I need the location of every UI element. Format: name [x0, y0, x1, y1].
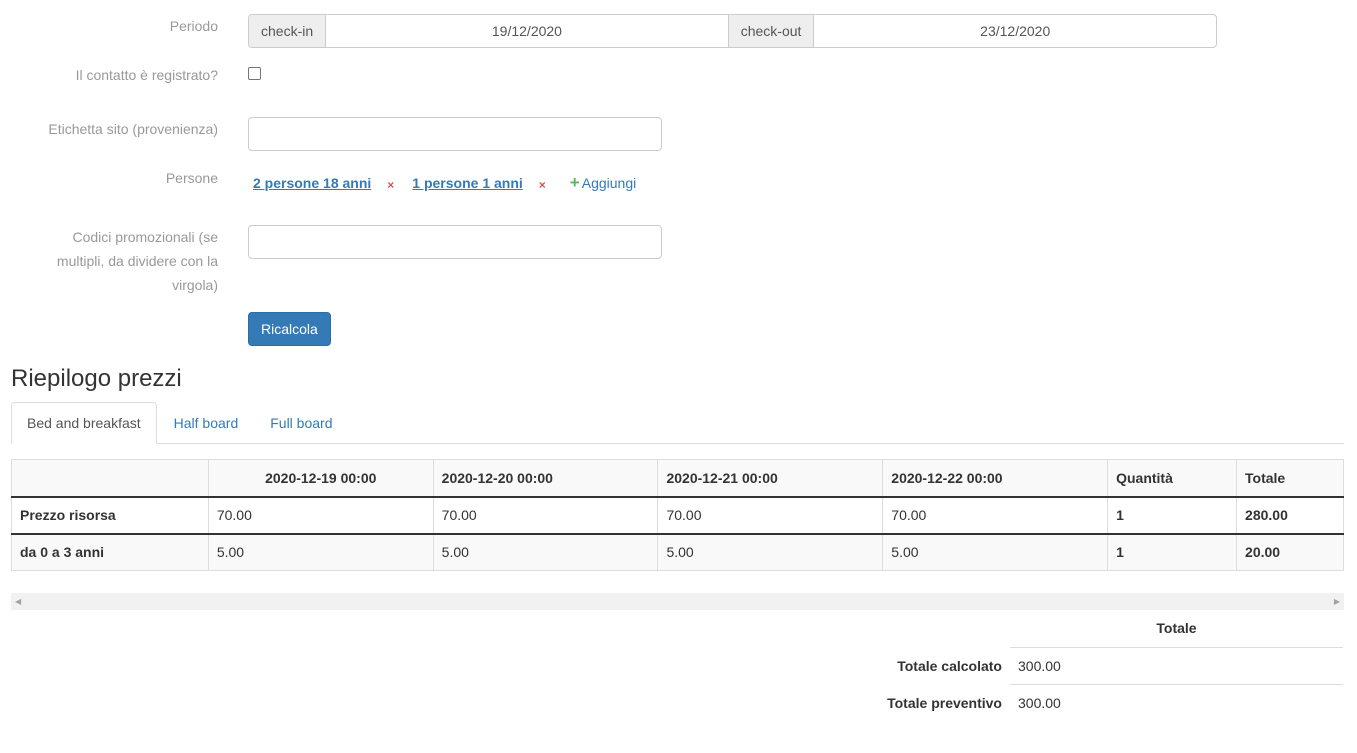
table-cell: 70.00: [882, 496, 1109, 535]
column-header: 2020-12-20 00:00: [432, 459, 659, 498]
calculated-total-label: Totale calcolato: [897, 657, 1002, 674]
site-label-input[interactable]: [248, 117, 662, 151]
totals-table: Totale Totale calcolato 300.00 Totale pr…: [868, 610, 1343, 721]
table-cell: 70.00: [207, 496, 434, 535]
site-label-label: Etichetta sito (provenienza): [48, 121, 218, 137]
checkin-field[interactable]: 19/12/2020: [326, 15, 728, 47]
totals-header: Totale: [1010, 610, 1343, 648]
table-cell: Prezzo risorsa: [11, 496, 209, 535]
column-header: Quantità: [1107, 459, 1238, 498]
table-cell: 1: [1107, 496, 1238, 535]
horizontal-scrollbar[interactable]: ◀ ▶: [11, 593, 1344, 610]
promo-label-line: multipli, da dividere con la: [56, 253, 218, 269]
column-header: 2020-12-22 00:00: [882, 459, 1109, 498]
table-cell: 5.00: [657, 533, 884, 571]
table-cell: 70.00: [432, 496, 659, 535]
table-cell: 1: [1107, 533, 1238, 571]
calculated-total-value: 300.00: [1010, 647, 1343, 685]
recalculate-button[interactable]: Ricalcola: [248, 312, 331, 346]
checkout-field[interactable]: 23/12/2020: [814, 15, 1216, 47]
promo-label-line: Codici promozionali (se: [72, 229, 218, 245]
tab-full-board[interactable]: Full board: [255, 402, 347, 443]
scroll-right-icon[interactable]: ▶: [1334, 597, 1340, 606]
persons-label: Persone: [165, 170, 218, 186]
totals-row: Totale calcolato 300.00: [868, 647, 1343, 685]
promo-label-line: virgola): [172, 277, 218, 293]
column-header: Totale: [1236, 459, 1344, 498]
column-header: 2020-12-21 00:00: [657, 459, 884, 498]
tab-bed-and-breakfast[interactable]: Bed and breakfast: [11, 402, 157, 444]
table-cell: da 0 a 3 anni: [11, 533, 209, 571]
quote-total-value: 300.00: [1018, 694, 1061, 711]
table-cell: 5.00: [207, 533, 434, 571]
totals-header-row: Totale: [868, 610, 1343, 648]
price-table: 2020-12-19 00:00 2020-12-20 00:00 2020-1…: [11, 459, 1344, 571]
person-item-link[interactable]: 1 persone 1 anni: [412, 175, 522, 191]
table-cell: 20.00: [1236, 533, 1344, 571]
totals-row: Totale preventivo 300.00: [868, 684, 1343, 721]
checkout-addon: check-out: [727, 15, 815, 47]
promo-label: Codici promozionali (se multipli, da div…: [57, 225, 218, 297]
scroll-left-icon[interactable]: ◀: [15, 597, 21, 606]
table-cell: 5.00: [882, 533, 1109, 571]
page-title: Riepilogo prezzi: [11, 365, 182, 392]
table-cell: 5.00: [432, 533, 659, 571]
quote-total-label: Totale preventivo: [887, 694, 1002, 711]
column-header: 2020-12-19 00:00: [207, 459, 434, 498]
promo-codes-input[interactable]: [248, 225, 662, 259]
tab-half-board[interactable]: Half board: [159, 402, 254, 443]
period-input-group: check-in 19/12/2020 check-out 23/12/2020: [248, 14, 1217, 48]
table-row: da 0 a 3 anni 5.00 5.00 5.00 5.00 1 20.0…: [11, 533, 1344, 571]
column-header: [11, 459, 209, 498]
remove-icon[interactable]: ×: [539, 178, 546, 192]
table-cell: 70.00: [657, 496, 884, 535]
remove-icon[interactable]: ×: [387, 178, 394, 192]
checkin-addon: check-in: [249, 15, 327, 47]
table-cell: 280.00: [1236, 496, 1344, 535]
plus-icon[interactable]: +: [570, 173, 580, 193]
table-row: Prezzo risorsa 70.00 70.00 70.00 70.00 1…: [11, 496, 1344, 535]
board-tabs: Bed and breakfast Half board Full board: [11, 402, 1344, 444]
period-label: Periodo: [169, 18, 218, 34]
person-item-link[interactable]: 2 persone 18 anni: [253, 175, 371, 191]
add-person-link[interactable]: Aggiungi: [582, 175, 637, 191]
registered-label: Il contatto è registrato?: [75, 67, 218, 83]
table-header-row: 2020-12-19 00:00 2020-12-20 00:00 2020-1…: [11, 459, 1344, 498]
persons-list: 2 persone 18 anni × 1 persone 1 anni × +…: [253, 172, 636, 194]
registered-checkbox[interactable]: [248, 67, 261, 80]
